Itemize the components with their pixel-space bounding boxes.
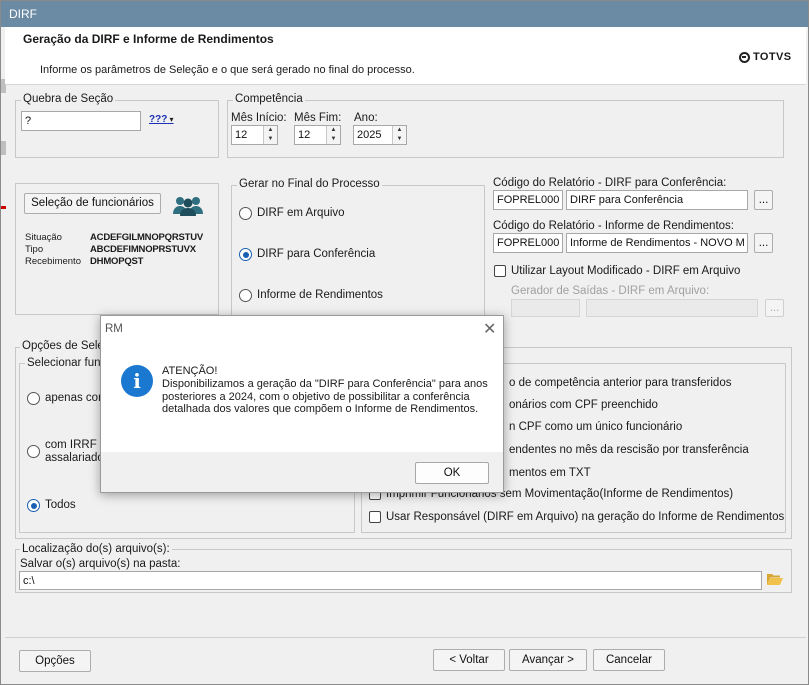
ok-button[interactable]: OK (415, 462, 489, 484)
attention-dialog: RM ✕ i ATENÇÃO! Disponibilizamos a geraç… (100, 315, 504, 493)
page-title: Geração da DIRF e Informe de Rendimentos (23, 32, 274, 46)
voltar-button[interactable]: < Voltar (433, 649, 505, 671)
users-group-icon[interactable] (172, 196, 204, 216)
radio-dirf-conferencia[interactable] (239, 248, 252, 261)
localizacao-legend: Localização do(s) arquivo(s): (20, 543, 172, 555)
radio-todos[interactable] (27, 499, 40, 512)
mes-inicio-label: Mês Início: (231, 112, 287, 124)
totvs-logo: TOTVS (739, 51, 791, 63)
check-usar-responsavel-label[interactable]: Usar Responsável (DIRF em Arquivo) na ge… (386, 511, 784, 523)
close-icon[interactable]: ✕ (483, 319, 496, 339)
quebra-secao-legend: Quebra de Seção (21, 93, 116, 105)
dialog-heading: ATENÇÃO! (162, 365, 218, 377)
quebra-secao-picker[interactable]: ??? ▾ (149, 114, 174, 125)
spin-down-icon[interactable]: ▼ (327, 135, 340, 144)
ano-spinner[interactable]: ▲ ▼ (392, 126, 406, 144)
check-competencia-label[interactable]: o de competência anterior para transferi… (509, 377, 731, 389)
codigo-conferencia-label: Código do Relatório - DIRF para Conferên… (493, 177, 727, 189)
cancelar-button[interactable]: Cancelar (593, 649, 665, 671)
mes-fim-spinner[interactable]: ▲ ▼ (326, 126, 340, 144)
dropdown-arrow-icon: ▾ (167, 115, 174, 124)
gerador-saidas-code (511, 299, 580, 317)
spin-up-icon[interactable]: ▲ (393, 126, 406, 135)
selecionar-funcionarios-legend: Selecionar funci (25, 357, 111, 369)
nome-informe-input[interactable] (566, 233, 748, 253)
radio-dirf-arquivo-label[interactable]: DIRF em Arquivo (257, 207, 345, 219)
radio-com-irrf-label-2[interactable]: assalariado (45, 452, 104, 464)
background-edge (1, 141, 6, 155)
footer-divider (5, 637, 806, 638)
totvs-logo-icon (739, 51, 750, 63)
selecao-funcionarios-button[interactable]: Seleção de funcionários (24, 193, 161, 214)
page-description: Informe os parâmetros de Seleção e o que… (40, 64, 415, 76)
wizard-header: Geração da DIRF e Informe de Rendimentos… (5, 27, 806, 85)
opcoes-button[interactable]: Opções (19, 650, 91, 672)
check-dependentes-label[interactable]: endentes no mês da rescisão por transfer… (509, 444, 749, 456)
background-edge-marker (1, 206, 6, 209)
dialog-title: RM (105, 323, 123, 335)
folder-open-icon[interactable] (767, 572, 783, 586)
check-cpf-preenchido-label[interactable]: onários com CPF preenchido (509, 399, 658, 411)
radio-dirf-arquivo[interactable] (239, 207, 252, 220)
ano-label: Ano: (354, 112, 378, 124)
salvar-pasta-label: Salvar o(s) arquivo(s) na pasta: (20, 558, 181, 570)
radio-todos-label[interactable]: Todos (45, 499, 76, 511)
recebimento-value: DHMOPQST (90, 256, 144, 267)
info-icon: i (121, 365, 153, 397)
layout-modificado-checkbox[interactable] (494, 265, 506, 277)
gerador-saidas-label: Gerador de Saídas - DIRF em Arquivo: (511, 285, 710, 297)
gerador-saidas-name (586, 299, 758, 317)
radio-apenas-com-label[interactable]: apenas com (45, 392, 108, 404)
tipo-label: Tipo (25, 244, 44, 255)
radio-informe-rendimentos[interactable] (239, 289, 252, 302)
pasta-input[interactable] (19, 571, 762, 590)
competencia-legend: Competência (233, 93, 305, 105)
radio-com-irrf-label[interactable]: com IRRF o (45, 439, 106, 451)
radio-apenas-com[interactable] (27, 392, 40, 405)
dialog-message: ATENÇÃO! Disponibilizamos a geração da "… (162, 365, 492, 416)
situacao-label: Situação (25, 232, 62, 243)
spin-up-icon[interactable]: ▲ (264, 126, 277, 135)
dialog-body: Disponibilizamos a geração da "DIRF para… (162, 377, 488, 416)
browse-conferencia-button[interactable]: ... (754, 190, 773, 210)
nome-conferencia-input[interactable] (566, 190, 748, 210)
radio-dirf-conferencia-label[interactable]: DIRF para Conferência (257, 248, 375, 260)
browse-gerador-button: ... (765, 299, 784, 317)
layout-modificado-label[interactable]: Utilizar Layout Modificado - DIRF em Arq… (511, 265, 740, 277)
check-usar-responsavel[interactable] (369, 511, 381, 523)
codigo-conferencia-input[interactable] (493, 190, 563, 210)
radio-informe-rendimentos-label[interactable]: Informe de Rendimentos (257, 289, 383, 301)
radio-com-irrf[interactable] (27, 445, 40, 458)
window-title: DIRF (1, 1, 808, 27)
spin-down-icon[interactable]: ▼ (393, 135, 406, 144)
spin-up-icon[interactable]: ▲ (327, 126, 340, 135)
situacao-value: ACDEFGILMNOPQRSTUV (90, 232, 204, 243)
tipo-value: ABCDEFIMNOPRSTUVX (90, 244, 196, 255)
spin-down-icon[interactable]: ▼ (264, 135, 277, 144)
opcoes-selecao-legend: Opções de Seleç (20, 340, 112, 352)
gerar-legend: Gerar no Final do Processo (237, 178, 382, 190)
recebimento-label: Recebimento (25, 256, 81, 267)
check-rendimentos-txt-label[interactable]: mentos em TXT (509, 467, 591, 479)
codigo-informe-label: Código do Relatório - Informe de Rendime… (493, 220, 734, 232)
quebra-secao-input[interactable] (21, 111, 141, 131)
avancar-button[interactable]: Avançar > (509, 649, 587, 671)
mes-fim-label: Mês Fim: (294, 112, 342, 124)
codigo-informe-input[interactable] (493, 233, 563, 253)
browse-informe-button[interactable]: ... (754, 233, 773, 253)
check-cpf-unico-label[interactable]: n CPF como um único funcionário (509, 421, 682, 433)
mes-inicio-spinner[interactable]: ▲ ▼ (263, 126, 277, 144)
